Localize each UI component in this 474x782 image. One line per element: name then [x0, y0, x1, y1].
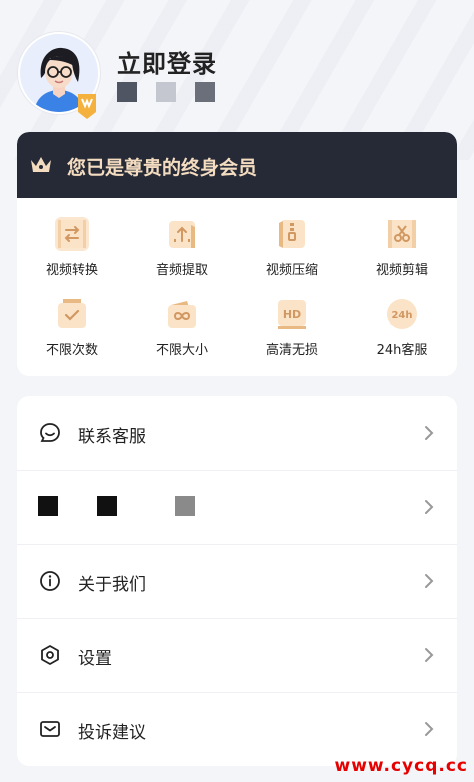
audio-extract-icon [165, 217, 199, 251]
member-card: 您已是尊贵的终身会员 视频转换 音频提取 视频压缩 视频剪辑 不限次数 不限大小… [17, 132, 457, 376]
chevron-right-icon [425, 722, 434, 736]
hd-lossless-icon: HD [275, 297, 309, 331]
feature-label: 音频提取 [155, 263, 208, 278]
user-id-block [156, 82, 176, 102]
menu-item-label: 关于我们 [78, 575, 146, 595]
svg-text:HD: HD [283, 308, 301, 321]
feature-audio-extract[interactable]: 音频提取 [127, 217, 237, 287]
user-id-block [195, 82, 215, 102]
24h-service-icon: 24h [385, 297, 419, 331]
feature-24h-service[interactable]: 24h 24h客服 [347, 297, 457, 367]
settings-menu: 联系客服 关于我们 设置 投诉建议 [17, 396, 457, 766]
feature-video-compress[interactable]: 视频压缩 [237, 217, 347, 287]
login-title[interactable]: 立即登录 [117, 44, 217, 79]
feature-video-convert[interactable]: 视频转换 [17, 217, 127, 287]
menu-item-redacted[interactable] [17, 470, 457, 545]
user-id-block [117, 82, 137, 102]
chevron-right-icon [425, 574, 434, 588]
member-status-text: 您已是尊贵的终身会员 [67, 157, 258, 179]
feature-hd-lossless[interactable]: HD 高清无损 [237, 297, 347, 367]
menu-item-about-us[interactable]: 关于我们 [17, 544, 457, 619]
feature-video-edit[interactable]: 视频剪辑 [347, 217, 457, 287]
menu-item-label: 设置 [78, 649, 112, 669]
menu-item-feedback[interactable]: 投诉建议 [17, 692, 457, 766]
chevron-right-icon [425, 426, 434, 440]
menu-item-settings[interactable]: 设置 [17, 618, 457, 693]
member-banner: 您已是尊贵的终身会员 [17, 132, 457, 198]
video-convert-icon [55, 217, 89, 251]
feature-label: 不限次数 [45, 343, 98, 358]
menu-item-label: 联系客服 [78, 427, 146, 447]
24h-badge-text: 24h [391, 310, 412, 321]
feature-label: 不限大小 [155, 343, 208, 358]
feature-unlimited-times[interactable]: 不限次数 [17, 297, 127, 367]
video-edit-icon [385, 217, 419, 251]
unlimited-size-icon [165, 297, 199, 331]
chevron-right-icon [425, 648, 434, 662]
video-compress-icon [275, 217, 309, 251]
feature-label: 高清无损 [265, 343, 318, 358]
redacted-block [97, 496, 117, 516]
feature-label: 视频转换 [45, 263, 98, 278]
chevron-right-icon [425, 500, 434, 514]
watermark: www.cycq.cc [334, 756, 468, 776]
info-icon [40, 571, 60, 591]
feature-label: 视频剪辑 [375, 263, 428, 278]
redacted-block [38, 496, 58, 516]
chat-icon [40, 423, 60, 442]
menu-item-label: 投诉建议 [78, 723, 146, 743]
redacted-block [175, 496, 195, 516]
settings-icon [41, 645, 59, 665]
unlimited-times-icon [55, 297, 89, 331]
feature-label: 24h客服 [376, 343, 428, 358]
crown-icon [31, 157, 51, 172]
mail-icon [40, 721, 60, 737]
feature-label: 视频压缩 [265, 263, 318, 278]
menu-item-contact-service[interactable]: 联系客服 [17, 396, 457, 471]
feature-unlimited-size[interactable]: 不限大小 [127, 297, 237, 367]
vip-badge-icon [78, 94, 96, 119]
